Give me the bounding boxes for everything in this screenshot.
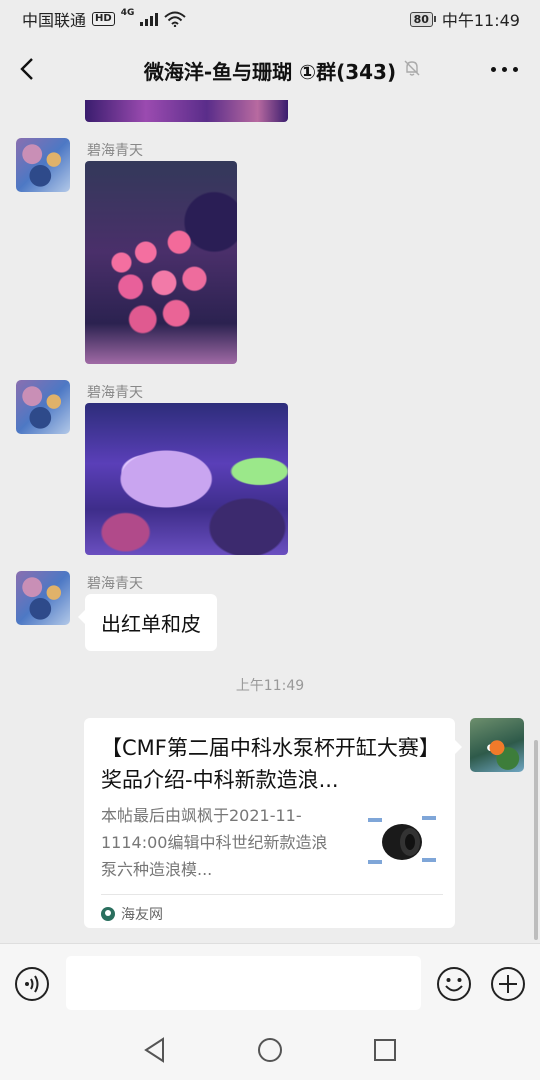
circle-home-icon[interactable] xyxy=(258,1038,282,1062)
link-card[interactable]: 【CMF第二届中科水泵杯开缸大赛】奖品介绍-中科新款造浪... 本帖最后由飒枫于… xyxy=(84,718,462,928)
chat-header: 微海洋-鱼与珊瑚 ①群(343) xyxy=(0,38,540,100)
input-bar xyxy=(0,943,540,1021)
avatar[interactable] xyxy=(16,571,70,625)
pump-thumbnail-icon xyxy=(366,810,438,874)
avatar[interactable] xyxy=(16,138,70,192)
plus-circle-icon[interactable] xyxy=(490,966,526,1002)
bell-off-icon xyxy=(404,60,420,76)
system-nav-bar xyxy=(0,1021,540,1080)
sender-name: 碧海青天 xyxy=(87,576,143,592)
square-recent-icon[interactable] xyxy=(374,1039,396,1061)
message-input[interactable] xyxy=(66,956,421,1010)
link-card-source: 海友网 xyxy=(101,904,163,924)
scrollbar[interactable] xyxy=(534,740,538,940)
status-time: 中午11:49 xyxy=(441,11,520,30)
link-card-title: 【CMF第二届中科水泵杯开缸大赛】奖品介绍-中科新款造浪... xyxy=(101,736,430,792)
source-name: 海友网 xyxy=(121,907,163,923)
sender-name: 碧海青天 xyxy=(87,143,143,159)
avatar-self[interactable] xyxy=(470,718,524,772)
emoji-icon[interactable] xyxy=(436,966,472,1002)
status-bar: 中国联通 HD 4G 80 中午11:49 xyxy=(0,0,540,38)
message-image[interactable] xyxy=(85,403,288,555)
card-divider xyxy=(101,894,443,895)
avatar[interactable] xyxy=(16,380,70,434)
site-logo-icon xyxy=(101,907,115,921)
message-timestamp: 上午11:49 xyxy=(235,678,305,694)
network-type: 4G xyxy=(120,8,135,18)
triangle-back-icon[interactable] xyxy=(143,1037,167,1063)
message-image-partial[interactable] xyxy=(85,100,288,122)
hd-badge: HD xyxy=(92,12,115,26)
battery-icon: 80 xyxy=(409,11,436,27)
message-image[interactable] xyxy=(85,161,237,364)
sender-name: 碧海青天 xyxy=(87,385,143,401)
signal-icon xyxy=(140,12,159,26)
link-card-description: 本帖最后由飒枫于2021-11-1114:00编辑中科世纪新款造浪泵六种造浪模.… xyxy=(101,806,328,879)
more-dots-icon[interactable] xyxy=(491,67,518,72)
chat-title: 微海洋-鱼与珊瑚 ①群(343) xyxy=(143,60,397,84)
chat-area[interactable]: 碧海青天 碧海青天 碧海青天 出红单和皮 上午11:49 【CMF第二届中科水泵… xyxy=(0,100,540,943)
wifi-icon xyxy=(164,11,187,27)
carrier-name: 中国联通 xyxy=(22,11,87,30)
battery-level: 80 xyxy=(409,11,433,27)
text-message[interactable]: 出红单和皮 xyxy=(78,594,217,651)
voice-icon[interactable] xyxy=(14,966,50,1002)
